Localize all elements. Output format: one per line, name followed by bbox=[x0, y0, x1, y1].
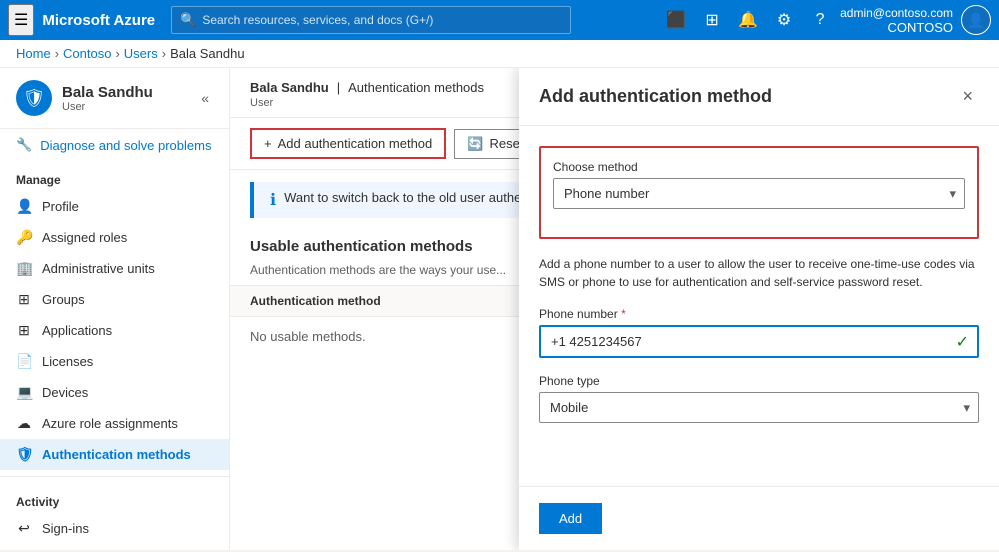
sidebar-item-licenses-label: Licenses bbox=[42, 354, 93, 369]
breadcrumb-current: Bala Sandhu bbox=[170, 46, 244, 61]
sidebar-divider bbox=[0, 476, 229, 477]
roles-icon: 🔑 bbox=[16, 229, 32, 246]
topbar-icons: ⬛ ⊞ 🔔 ⚙ ? admin@contoso.com CONTOSO 👤 bbox=[660, 4, 991, 36]
manage-section-label: Manage bbox=[0, 161, 229, 191]
choose-method-group: Choose method Phone number Email Microso… bbox=[553, 160, 965, 209]
directory-icon[interactable]: ⊞ bbox=[696, 4, 728, 36]
sidebar-item-assigned-roles[interactable]: 🔑 Assigned roles bbox=[0, 222, 229, 253]
phone-type-label: Phone type bbox=[539, 374, 979, 388]
breadcrumb-home[interactable]: Home bbox=[16, 46, 51, 61]
sidebar-item-auth-methods[interactable]: 🛡 Authentication methods bbox=[0, 439, 229, 470]
method-description: Add a phone number to a user to allow th… bbox=[539, 255, 979, 291]
sidebar-collapse-button[interactable]: « bbox=[197, 86, 213, 110]
breadcrumb-contoso[interactable]: Contoso bbox=[63, 46, 111, 61]
choose-method-label: Choose method bbox=[553, 160, 965, 174]
breadcrumb-users[interactable]: Users bbox=[124, 46, 158, 61]
page-title-section: Authentication methods bbox=[348, 80, 484, 95]
activity-section-label: Activity bbox=[0, 483, 229, 513]
sidebar-item-azure-roles-label: Azure role assignments bbox=[42, 416, 178, 431]
search-icon: 🔍 bbox=[180, 12, 196, 28]
cloud-shell-icon[interactable]: ⬛ bbox=[660, 4, 692, 36]
notifications-icon[interactable]: 🔔 bbox=[732, 4, 764, 36]
hamburger-menu[interactable]: ☰ bbox=[8, 4, 34, 36]
choose-method-box: Choose method Phone number Email Microso… bbox=[539, 146, 979, 239]
side-panel: Add authentication method × Choose metho… bbox=[519, 68, 999, 550]
admin-units-icon: 🏢 bbox=[16, 260, 32, 277]
reset-icon: 🔄 bbox=[467, 136, 483, 152]
sidebar-item-licenses[interactable]: 📄 Licenses bbox=[0, 346, 229, 377]
add-auth-method-label: Add authentication method bbox=[278, 136, 433, 151]
method-select-wrapper[interactable]: Phone number Email Microsoft Authenticat… bbox=[553, 178, 965, 209]
phone-type-select[interactable]: Mobile Alternate mobile Office bbox=[540, 393, 978, 422]
applications-icon: ⊞ bbox=[16, 322, 32, 339]
auth-methods-icon: 🛡 bbox=[16, 446, 32, 463]
phone-number-label: Phone number bbox=[539, 307, 979, 321]
topbar: ☰ Microsoft Azure 🔍 ⬛ ⊞ 🔔 ⚙ ? admin@cont… bbox=[0, 0, 999, 40]
sidebar-item-admin-units[interactable]: 🏢 Administrative units bbox=[0, 253, 229, 284]
method-select[interactable]: Phone number Email Microsoft Authenticat… bbox=[554, 179, 964, 208]
sidebar-item-admin-units-label: Administrative units bbox=[42, 261, 155, 276]
wrench-icon: 🔧 bbox=[16, 137, 32, 153]
sidebar-item-groups-label: Groups bbox=[42, 292, 85, 307]
panel-title: Add authentication method bbox=[539, 86, 772, 107]
sidebar-item-profile-label: Profile bbox=[42, 199, 79, 214]
panel-footer: Add bbox=[519, 486, 999, 550]
main-content: Bala Sandhu | Authentication methods Use… bbox=[230, 68, 999, 550]
user-info: admin@contoso.com CONTOSO bbox=[840, 6, 953, 35]
sidebar-item-audit-logs[interactable]: 📋 Audit logs bbox=[0, 544, 229, 550]
sign-ins-icon: ↩ bbox=[16, 520, 32, 537]
licenses-icon: 📄 bbox=[16, 353, 32, 370]
info-icon: ℹ bbox=[270, 190, 276, 210]
phone-input-wrapper[interactable]: ✓ bbox=[539, 325, 979, 358]
sidebar-item-azure-roles[interactable]: ☁ Azure role assignments bbox=[0, 408, 229, 439]
layout: 🛡 Bala Sandhu User « 🔧 Diagnose and solv… bbox=[0, 68, 999, 550]
sidebar-item-profile[interactable]: 👤 Profile bbox=[0, 191, 229, 222]
sidebar-item-sign-ins-label: Sign-ins bbox=[42, 521, 89, 536]
panel-close-button[interactable]: × bbox=[956, 84, 979, 109]
sidebar-item-sign-ins[interactable]: ↩ Sign-ins bbox=[0, 513, 229, 544]
sidebar-item-roles-label: Assigned roles bbox=[42, 230, 127, 245]
panel-header: Add authentication method × bbox=[519, 68, 999, 126]
sidebar-user-info: Bala Sandhu User bbox=[62, 84, 153, 113]
sidebar-user-role: User bbox=[62, 101, 153, 113]
avatar[interactable]: 👤 bbox=[961, 5, 991, 35]
sidebar-diagnose[interactable]: 🔧 Diagnose and solve problems bbox=[0, 129, 229, 161]
brand-logo: Microsoft Azure bbox=[42, 12, 155, 29]
page-title-user: Bala Sandhu bbox=[250, 80, 329, 95]
phone-type-group: Phone type Mobile Alternate mobile Offic… bbox=[539, 374, 979, 423]
sidebar-avatar: 🛡 bbox=[16, 80, 52, 116]
sidebar-item-devices[interactable]: 💻 Devices bbox=[0, 377, 229, 408]
groups-icon: ⊞ bbox=[16, 291, 32, 308]
sidebar: 🛡 Bala Sandhu User « 🔧 Diagnose and solv… bbox=[0, 68, 230, 550]
sidebar-item-groups[interactable]: ⊞ Groups bbox=[0, 284, 229, 315]
user-tenant: CONTOSO bbox=[888, 20, 954, 35]
diagnose-label: Diagnose and solve problems bbox=[40, 138, 211, 153]
phone-number-group: Phone number ✓ bbox=[539, 307, 979, 358]
search-input[interactable] bbox=[202, 13, 562, 27]
search-box[interactable]: 🔍 bbox=[171, 6, 571, 34]
profile-icon: 👤 bbox=[16, 198, 32, 215]
settings-icon[interactable]: ⚙ bbox=[768, 4, 800, 36]
sidebar-user-name: Bala Sandhu bbox=[62, 84, 153, 101]
azure-roles-icon: ☁ bbox=[16, 415, 32, 432]
phone-type-select-wrapper[interactable]: Mobile Alternate mobile Office ▾ bbox=[539, 392, 979, 423]
help-icon[interactable]: ? bbox=[804, 4, 836, 36]
add-button[interactable]: Add bbox=[539, 503, 602, 534]
sidebar-item-auth-methods-label: Authentication methods bbox=[42, 447, 191, 462]
sidebar-item-applications[interactable]: ⊞ Applications bbox=[0, 315, 229, 346]
plus-icon: + bbox=[264, 136, 272, 151]
phone-check-icon: ✓ bbox=[956, 332, 969, 352]
add-auth-method-button[interactable]: + Add authentication method bbox=[250, 128, 446, 159]
sidebar-header: 🛡 Bala Sandhu User « bbox=[0, 68, 229, 129]
panel-body: Choose method Phone number Email Microso… bbox=[519, 126, 999, 486]
phone-input[interactable] bbox=[541, 327, 977, 356]
user-name: admin@contoso.com bbox=[840, 6, 953, 20]
breadcrumb: Home › Contoso › Users › Bala Sandhu bbox=[0, 40, 999, 68]
sidebar-item-applications-label: Applications bbox=[42, 323, 112, 338]
info-banner-text: Want to switch back to the old user auth… bbox=[284, 190, 532, 205]
devices-icon: 💻 bbox=[16, 384, 32, 401]
sidebar-item-devices-label: Devices bbox=[42, 385, 88, 400]
